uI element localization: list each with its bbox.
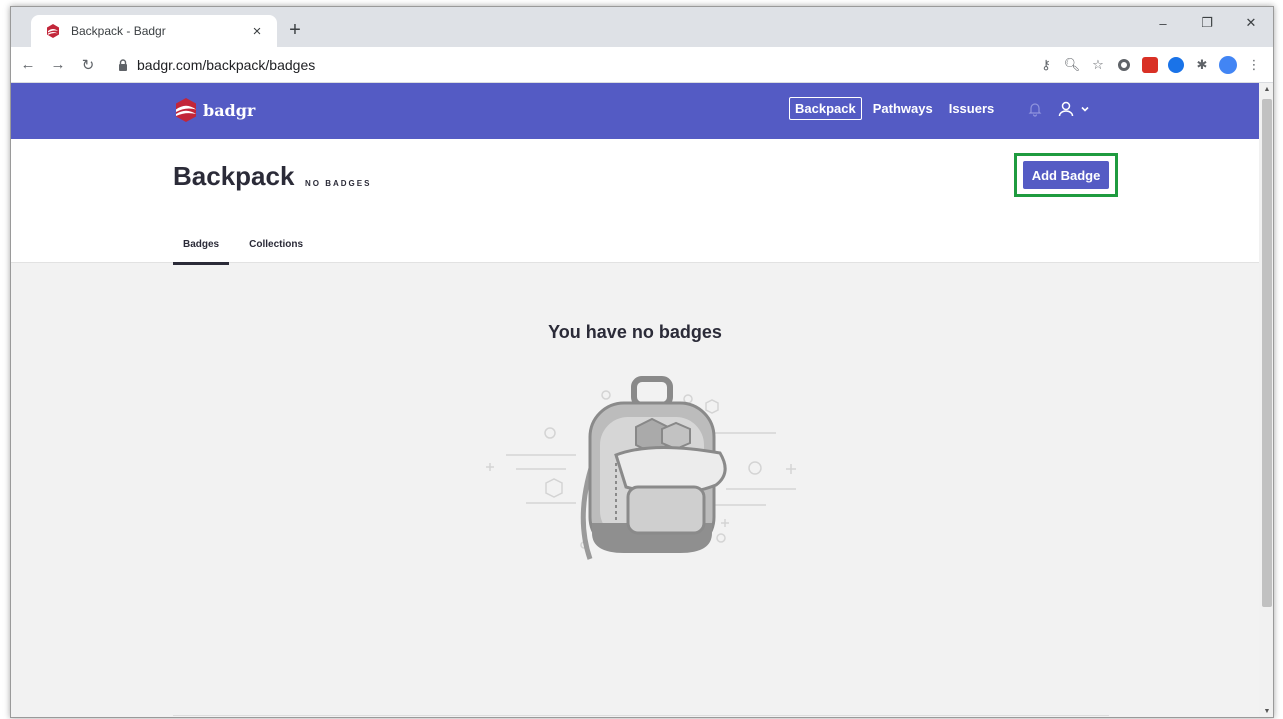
toolbar-actions: ⚷ 🔍︎ ☆ ✱ ⋮ bbox=[1033, 52, 1267, 78]
backpack-illustration-icon bbox=[486, 376, 796, 560]
main-nav: Backpack Pathways Issuers bbox=[789, 97, 1091, 120]
add-badge-button[interactable]: Add Badge bbox=[1023, 161, 1109, 189]
pdf-extension-icon[interactable] bbox=[1137, 52, 1163, 78]
profile-avatar-icon[interactable] bbox=[1215, 52, 1241, 78]
page-content: badgr Backpack Pathways Issuers Backpack… bbox=[11, 83, 1259, 717]
badgr-favicon-icon bbox=[47, 24, 59, 38]
tab-strip: Backpack - Badgr × + – ❐ ✕ bbox=[11, 7, 1273, 47]
badgr-logo[interactable]: badgr bbox=[173, 97, 255, 123]
scroll-thumb[interactable] bbox=[1262, 99, 1272, 607]
user-icon bbox=[1059, 101, 1074, 116]
reload-icon[interactable]: ↻ bbox=[75, 52, 101, 78]
zoom-icon[interactable]: 🔍︎ bbox=[1059, 52, 1085, 78]
empty-state-title: You have no badges bbox=[548, 322, 722, 342]
back-arrow-icon[interactable]: ← bbox=[15, 52, 41, 78]
tab-collections[interactable]: Collections bbox=[239, 233, 313, 265]
badge-count-label: NO BADGES bbox=[305, 179, 372, 188]
browser-tab[interactable]: Backpack - Badgr × bbox=[31, 15, 277, 47]
page-header: Backpack NO BADGES Add Badge Badges Coll… bbox=[11, 139, 1259, 265]
badgr-logo-icon bbox=[176, 98, 196, 122]
chevron-down-icon bbox=[1081, 106, 1089, 112]
puzzle-icon[interactable]: ✱ bbox=[1189, 52, 1215, 78]
browser-toolbar: ← → ↻ badgr.com/backpack/badges ⚷ 🔍︎ ☆ ✱… bbox=[11, 47, 1273, 83]
forward-arrow-icon[interactable]: → bbox=[45, 52, 71, 78]
page-scrollbar[interactable]: ▲ ▼ bbox=[1259, 83, 1273, 717]
close-tab-icon[interactable]: × bbox=[247, 23, 267, 40]
key-icon[interactable]: ⚷ bbox=[1033, 52, 1059, 78]
logo-text: badgr bbox=[203, 100, 256, 120]
new-tab-button[interactable]: + bbox=[283, 19, 307, 41]
extension-circle-icon[interactable] bbox=[1111, 52, 1137, 78]
scroll-down-icon[interactable]: ▼ bbox=[1259, 705, 1273, 717]
user-menu[interactable] bbox=[1057, 100, 1091, 118]
backpack-tabs: Badges Collections bbox=[173, 233, 323, 265]
nav-pathways[interactable]: Pathways bbox=[868, 98, 938, 119]
browser-window: Backpack - Badgr × + – ❐ ✕ ← → ↻ badgr.c… bbox=[10, 6, 1274, 718]
star-icon[interactable]: ☆ bbox=[1085, 52, 1111, 78]
lock-icon bbox=[119, 58, 127, 71]
scroll-up-icon[interactable]: ▲ bbox=[1259, 83, 1273, 97]
footer-divider bbox=[173, 715, 1109, 716]
nav-backpack[interactable]: Backpack bbox=[789, 97, 862, 120]
close-window-button[interactable]: ✕ bbox=[1229, 7, 1273, 39]
restore-button[interactable]: ❐ bbox=[1185, 7, 1229, 39]
menu-icon[interactable]: ⋮ bbox=[1241, 52, 1267, 78]
window-controls: – ❐ ✕ bbox=[1141, 7, 1273, 39]
bell-icon[interactable] bbox=[1027, 101, 1043, 117]
app-header: badgr Backpack Pathways Issuers bbox=[11, 83, 1259, 139]
tab-badges[interactable]: Badges bbox=[173, 233, 230, 265]
nav-issuers[interactable]: Issuers bbox=[944, 98, 1000, 119]
minimize-button[interactable]: – bbox=[1141, 7, 1185, 39]
url-text: badgr.com/backpack/badges bbox=[137, 56, 316, 73]
address-bar[interactable]: badgr.com/backpack/badges bbox=[109, 51, 1033, 79]
page-title: Backpack bbox=[173, 161, 295, 191]
cloud-extension-icon[interactable] bbox=[1163, 52, 1189, 78]
tab-title: Backpack - Badgr bbox=[71, 24, 166, 38]
